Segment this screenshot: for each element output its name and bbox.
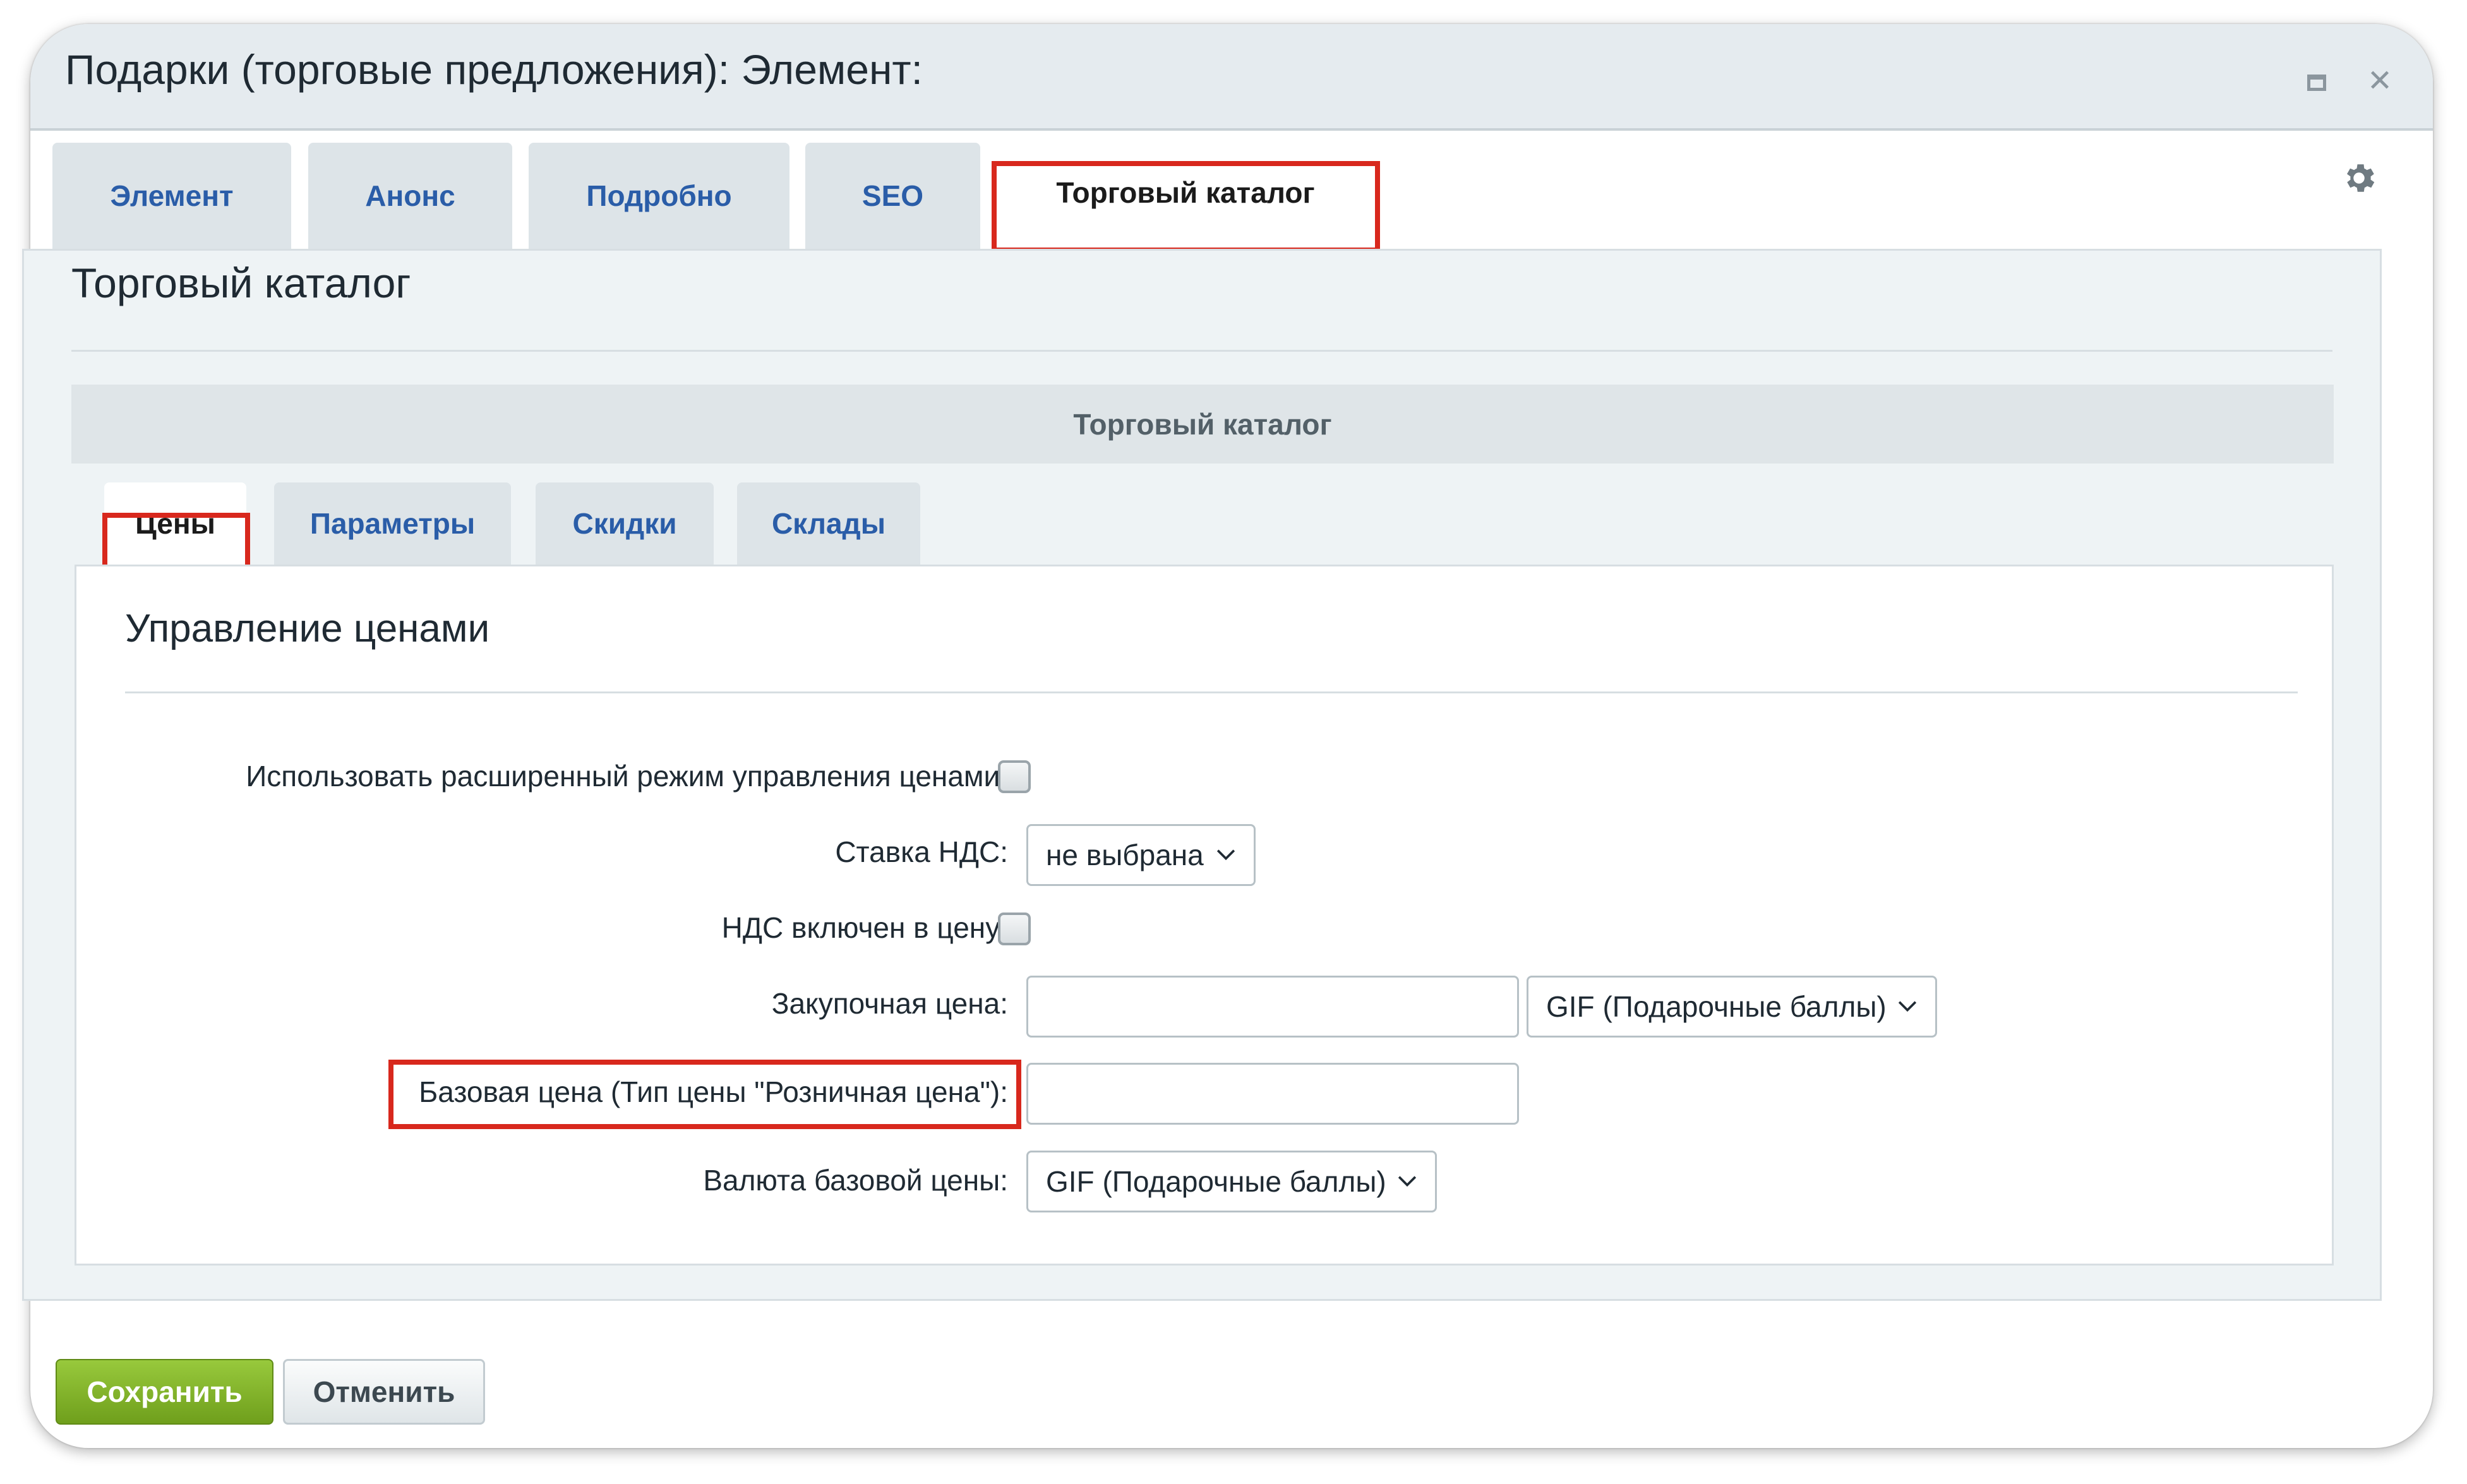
chevron-down-icon: [1398, 1176, 1417, 1187]
subtab-parameters-label: Параметры: [309, 507, 476, 540]
vat-rate-select[interactable]: не выбрана: [1026, 824, 1256, 886]
section-divider: [71, 350, 2332, 352]
maximize-icon[interactable]: [2298, 62, 2336, 100]
base-price-label: Базовая цена (Тип цены "Розничная цена")…: [419, 1075, 1008, 1108]
tab-seo-label: SEO: [861, 179, 924, 212]
vat-rate-value: не выбрана: [1046, 839, 1204, 871]
tab-trade-catalog[interactable]: Торговый каталог: [993, 136, 1378, 249]
extended-mode-label: Использовать расширенный режим управлени…: [246, 760, 1008, 793]
purchase-price-input[interactable]: [1026, 976, 1519, 1038]
subtab-prices-label: Цены: [135, 507, 215, 540]
section-bar: Торговый каталог: [71, 385, 2334, 464]
prices-divider: [125, 691, 2298, 693]
purchase-currency-select[interactable]: GIF (Подарочные баллы): [1527, 976, 1937, 1038]
close-icon[interactable]: ✕: [2361, 62, 2399, 100]
dialog-title: Подарки (торговые предложения): Элемент:: [65, 46, 923, 93]
vat-included-label: НДС включен в цену:: [721, 911, 1008, 944]
section-title: Торговый каталог: [71, 260, 411, 306]
save-button[interactable]: Сохранить: [56, 1359, 273, 1425]
vat-included-checkbox[interactable]: [998, 913, 1031, 945]
base-currency-label: Валюта базовой цены:: [703, 1164, 1008, 1197]
dialog-titlebar[interactable]: Подарки (торговые предложения): Элемент:…: [30, 24, 2433, 131]
tab-details[interactable]: Подробно: [529, 143, 789, 249]
save-button-label: Сохранить: [87, 1375, 243, 1408]
cancel-button-label: Отменить: [313, 1375, 455, 1408]
subtab-prices[interactable]: Цены: [104, 482, 246, 565]
purchase-price-label: Закупочная цена:: [771, 987, 1008, 1020]
chevron-down-icon: [1216, 849, 1235, 861]
tab-details-label: Подробно: [586, 179, 732, 212]
prices-heading: Управление ценами: [125, 607, 490, 650]
gear-icon[interactable]: [2340, 159, 2378, 197]
base-currency-select[interactable]: GIF (Подарочные баллы): [1026, 1151, 1437, 1212]
section-bar-label: Торговый каталог: [1073, 407, 1332, 441]
subtab-discounts[interactable]: Скидки: [536, 482, 714, 565]
tab-announce-label: Анонс: [365, 179, 455, 212]
extended-mode-checkbox[interactable]: [998, 760, 1031, 793]
subtab-parameters[interactable]: Параметры: [274, 482, 511, 565]
subtab-warehouses[interactable]: Склады: [737, 482, 920, 565]
subtab-discounts-label: Скидки: [572, 507, 677, 540]
base-price-input[interactable]: [1026, 1063, 1519, 1125]
tab-announce[interactable]: Анонс: [308, 143, 512, 249]
tab-seo[interactable]: SEO: [805, 143, 980, 249]
tab-element[interactable]: Элемент: [52, 143, 291, 249]
tab-trade-catalog-label: Торговый каталог: [1056, 176, 1315, 209]
base-currency-value: GIF (Подарочные баллы): [1046, 1165, 1386, 1198]
vat-rate-label: Ставка НДС:: [835, 835, 1008, 868]
chevron-down-icon: [1898, 1001, 1917, 1012]
subtab-warehouses-label: Склады: [771, 507, 886, 540]
cancel-button[interactable]: Отменить: [283, 1359, 485, 1425]
tab-element-label: Элемент: [110, 179, 234, 212]
purchase-currency-value: GIF (Подарочные баллы): [1546, 990, 1887, 1023]
